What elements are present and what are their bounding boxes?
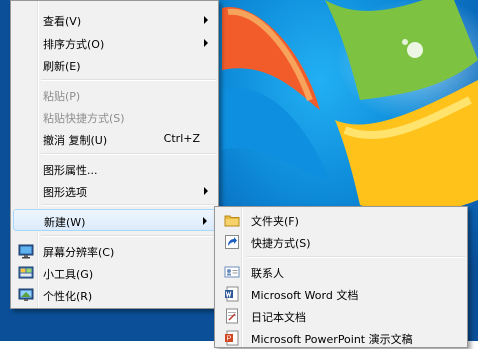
submenu-arrow-icon: [204, 16, 208, 24]
gadgets-icon: [18, 266, 34, 279]
new-submenu: 文件夹(F) 快捷方式(S) 联系人 Microsoft Word 文档 日记本…: [214, 206, 468, 348]
menu-item-label: 撤消 复制(U): [43, 134, 108, 147]
menu-separator: [41, 235, 216, 237]
menu-item-view[interactable]: 查看(V): [13, 9, 216, 31]
menu-item-label: 查看(V): [43, 15, 82, 28]
submenu-item-contact[interactable]: 联系人: [217, 261, 465, 283]
menu-item-gadgets[interactable]: 小工具(G): [13, 262, 216, 284]
monitor-icon: [18, 244, 34, 259]
submenu-item-powerpoint-presentation[interactable]: P Microsoft PowerPoint 演示文稿: [217, 327, 465, 349]
submenu-item-label: Microsoft PowerPoint 演示文稿: [251, 333, 413, 346]
submenu-arrow-icon: [203, 217, 207, 225]
folder-icon: [224, 215, 240, 227]
submenu-item-folder[interactable]: 文件夹(F): [217, 209, 465, 231]
submenu-arrow-icon: [204, 187, 208, 195]
submenu-item-label: 快捷方式(S): [251, 237, 311, 250]
menu-item-graphics-properties[interactable]: 图形属性...: [13, 158, 216, 180]
desktop-context-menu: 查看(V) 排序方式(O) 刷新(E) 粘贴(P) 粘贴快捷方式(S) 撤消 复…: [10, 0, 219, 309]
submenu-item-label: Microsoft Word 文档: [251, 289, 359, 302]
menu-item-label: 个性化(R): [43, 290, 93, 303]
journal-icon: [226, 308, 238, 324]
menu-item-screen-resolution[interactable]: 屏幕分辨率(C): [13, 240, 216, 262]
menu-item-graphics-options[interactable]: 图形选项: [13, 180, 216, 202]
menu-item-shortcut: Ctrl+Z: [163, 132, 200, 145]
submenu-arrow-icon: [204, 39, 208, 47]
menu-item-undo-copy[interactable]: 撤消 复制(U) Ctrl+Z: [13, 128, 216, 150]
submenu-item-label: 日记本文档: [251, 311, 306, 324]
submenu-item-word-document[interactable]: Microsoft Word 文档: [217, 283, 465, 305]
submenu-item-journal-document[interactable]: 日记本文档: [217, 305, 465, 327]
submenu-item-shortcut[interactable]: 快捷方式(S): [217, 231, 465, 253]
menu-separator: [41, 204, 216, 206]
menu-item-label: 粘贴(P): [43, 90, 81, 103]
svg-text:P: P: [227, 336, 232, 343]
menu-item-sort-by[interactable]: 排序方式(O): [13, 32, 216, 54]
submenu-item-label: 联系人: [251, 267, 284, 280]
menu-item-paste-shortcut: 粘贴快捷方式(S): [13, 106, 216, 128]
menu-item-label: 屏幕分辨率(C): [43, 246, 115, 259]
submenu-item-label: 文件夹(F): [251, 215, 299, 228]
menu-item-personalize[interactable]: 个性化(R): [13, 284, 216, 306]
menu-item-label: 刷新(E): [43, 60, 81, 73]
personalize-icon: [18, 288, 34, 301]
menu-separator: [41, 79, 216, 81]
menu-item-label: 粘贴快捷方式(S): [43, 112, 125, 125]
menu-item-label: 小工具(G): [43, 268, 94, 281]
menu-item-paste: 粘贴(P): [13, 84, 216, 106]
menu-item-new[interactable]: 新建(W): [13, 209, 216, 231]
menu-separator: [41, 153, 216, 155]
powerpoint-icon: P: [225, 330, 239, 346]
menu-item-label: 图形属性...: [43, 164, 98, 177]
contact-icon: [224, 266, 240, 278]
menu-item-label: 新建(W): [44, 216, 86, 229]
word-icon: [225, 286, 239, 302]
shortcut-icon: [225, 235, 239, 249]
menu-item-label: 图形选项: [43, 186, 87, 199]
submenu-separator: [247, 256, 465, 258]
menu-item-refresh[interactable]: 刷新(E): [13, 54, 216, 76]
menu-item-label: 排序方式(O): [43, 38, 105, 51]
